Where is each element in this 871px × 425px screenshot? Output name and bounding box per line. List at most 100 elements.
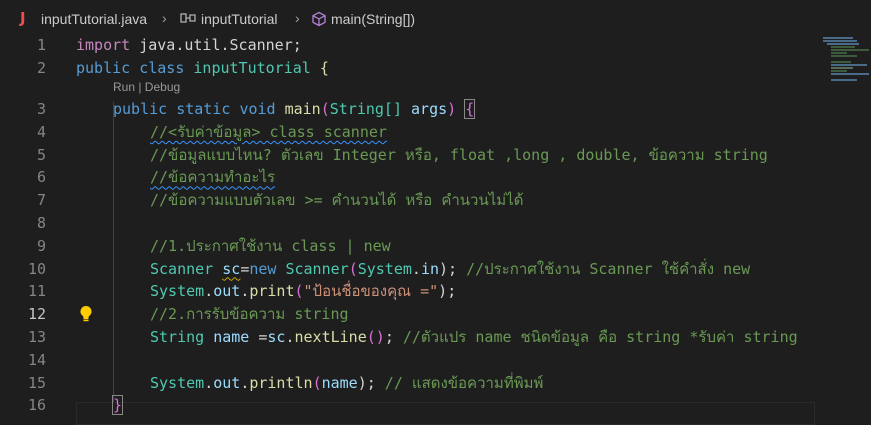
import-path: java.util.Scanner xyxy=(139,36,293,54)
equals: = xyxy=(249,328,268,346)
line-number: 15 xyxy=(27,373,46,392)
line-number: 7 xyxy=(36,191,46,210)
breadcrumb-file[interactable]: inputTutorial.java xyxy=(41,11,147,27)
minimap-line xyxy=(831,46,855,48)
comment-text: //<รับค่าข้อมูล> class scanner xyxy=(150,122,387,141)
method-cube-icon xyxy=(311,11,327,30)
system-class: System xyxy=(150,373,205,392)
line-number: 1 xyxy=(36,36,46,54)
line-number: 4 xyxy=(36,122,46,141)
minimap-line xyxy=(823,37,853,39)
code-line-7: //ข้อความแบบตัวเลข >= คำนวนได้ หรือ คำนว… xyxy=(150,189,523,212)
semicolon: ; xyxy=(384,328,394,346)
line-number: 14 xyxy=(27,350,46,369)
comment-text: //1.ประกาศใช้งาน class | new xyxy=(150,236,391,255)
minimap-line xyxy=(831,49,869,51)
keyword-public: public xyxy=(76,58,131,77)
method-nextline: nextLine xyxy=(294,328,367,346)
comment-text: //ข้อมูลแบบไหน? ตัวเลข Integer หรือ, flo… xyxy=(150,145,768,164)
equals: = xyxy=(240,259,250,278)
indent-guide xyxy=(113,102,114,402)
breadcrumb-class[interactable]: inputTutorial xyxy=(201,11,278,27)
comment-text: //ข้อความทำอะไร xyxy=(150,168,276,187)
method-print: print xyxy=(249,282,295,301)
type-scanner: Scanner xyxy=(150,259,214,278)
code-line-9: //1.ประกาศใช้งาน class | new xyxy=(150,235,391,258)
param-name: args xyxy=(411,100,448,118)
paren-close: ) xyxy=(447,100,457,118)
code-line-2: public class inputTutorial { xyxy=(76,57,329,80)
code-line-12: //2.การรับข้อความ string xyxy=(150,303,349,326)
constructor-scanner: Scanner xyxy=(285,259,349,278)
keyword-import: import xyxy=(76,36,131,54)
minimap-line xyxy=(831,70,847,72)
current-line-highlight xyxy=(76,402,815,425)
field-out: out xyxy=(213,282,241,301)
minimap-line xyxy=(831,67,853,69)
code-line-13: String name =sc.nextLine(); //ตัวแปร nam… xyxy=(150,326,798,349)
paren-open: ( xyxy=(348,259,358,278)
chevron-right-icon: › xyxy=(295,10,300,26)
chevron-right-icon: › xyxy=(162,10,167,26)
code-line-16: } xyxy=(111,394,124,417)
keyword-void: void xyxy=(239,100,276,118)
inline-comment: //ประกาศใช้งาน Scanner ใช้คำสั่ง new xyxy=(457,259,751,278)
param-type: String[] xyxy=(329,100,402,118)
lightbulb-icon[interactable] xyxy=(79,305,93,323)
method-close-brace: } xyxy=(111,395,124,416)
inline-comment: // แสดงข้อความที่พิมพ์ xyxy=(375,373,544,392)
inline-comment: //ตัวแปร name ชนิดข้อมูล คือ string *รับ… xyxy=(393,328,798,346)
line-number-active: 12 xyxy=(27,305,46,324)
class-icon xyxy=(180,11,196,28)
code-line-5: //ข้อมูลแบบไหน? ตัวเลข Integer หรือ, flo… xyxy=(150,144,768,167)
keyword-static: static xyxy=(176,100,231,118)
method-name: main xyxy=(284,100,321,118)
minimap-line xyxy=(831,73,869,75)
line-number: 9 xyxy=(36,236,46,255)
open-brace: { xyxy=(319,58,329,77)
java-file-icon: J xyxy=(20,9,26,27)
line-number: 10 xyxy=(27,259,46,278)
minimap-line xyxy=(831,52,847,54)
method-println: println xyxy=(249,373,313,392)
code-line-6: //ข้อความทำอะไร xyxy=(150,166,275,189)
string-literal: "ป้อนชื่อของคุณ =" xyxy=(303,282,439,301)
minimap-line xyxy=(831,55,857,57)
code-line-10: Scanner sc=new Scanner(System.in); //ประ… xyxy=(150,258,750,281)
code-editor[interactable]: 1 2 3 4 5 6 7 8 9 10 11 12 13 14 15 16 i… xyxy=(0,34,815,425)
minimap[interactable] xyxy=(815,34,871,424)
minimap-line xyxy=(827,43,859,45)
minimap-line xyxy=(823,40,857,42)
dot: . xyxy=(204,282,214,301)
code-line-4: //<รับค่าข้อมูล> class scanner xyxy=(150,121,387,144)
dot: . xyxy=(240,373,250,392)
line-number: 3 xyxy=(36,100,46,118)
breadcrumb-method[interactable]: main(String[]) xyxy=(331,11,415,27)
paren-open: ( xyxy=(320,100,330,118)
line-number: 13 xyxy=(27,328,46,346)
code-line-3: public static void main(String[] args) { xyxy=(113,98,476,121)
comment-text: //ข้อความแบบตัวเลข >= คำนวนได้ หรือ คำนว… xyxy=(150,191,524,210)
system-class: System xyxy=(150,282,205,301)
type-string: String xyxy=(150,328,205,346)
field-out: out xyxy=(213,373,241,392)
dot: . xyxy=(204,373,214,392)
paren-close-semi: ); xyxy=(357,373,376,392)
paren-open: ( xyxy=(312,373,322,392)
line-number: 11 xyxy=(27,282,46,301)
field-in: in xyxy=(420,259,439,278)
minimap-line xyxy=(831,61,851,63)
semicolon: ; xyxy=(292,36,302,54)
parens: () xyxy=(366,328,385,346)
class-name: inputTutorial xyxy=(193,58,311,77)
line-number: 2 xyxy=(36,58,46,77)
line-number: 5 xyxy=(36,145,46,164)
paren-close-semi: ); xyxy=(439,259,458,278)
codelens-run-debug[interactable]: Run | Debug xyxy=(113,80,180,94)
dot: . xyxy=(285,328,295,346)
paren-close-semi: ); xyxy=(438,282,457,301)
keyword-public: public xyxy=(113,100,168,118)
code-line-1: import java.util.Scanner; xyxy=(76,34,302,57)
system-class: System xyxy=(357,259,412,278)
argument-name: name xyxy=(321,373,358,392)
